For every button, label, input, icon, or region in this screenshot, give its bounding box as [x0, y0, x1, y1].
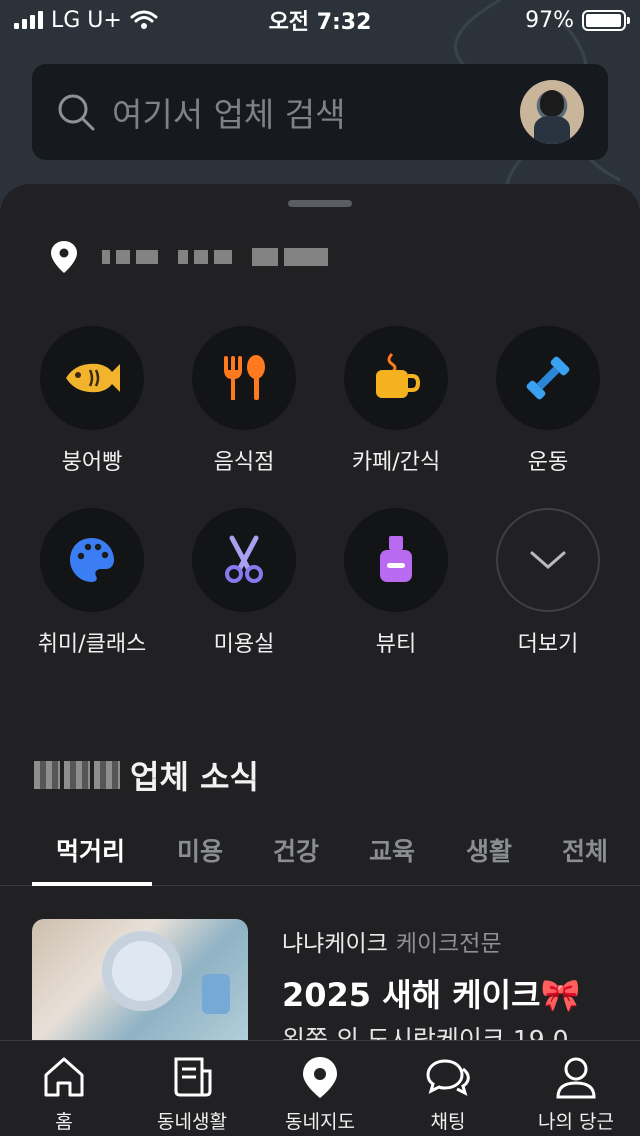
newspaper-icon	[174, 1057, 212, 1097]
store-name: 냐냐케이크	[282, 931, 388, 957]
nail-polish-icon	[380, 536, 412, 582]
battery-icon	[582, 9, 630, 31]
tab-living[interactable]: 생활	[466, 832, 512, 868]
nav-label: 채팅	[430, 1111, 466, 1133]
category-label: 음식점	[213, 450, 275, 475]
category-label: 뷰티	[375, 632, 417, 657]
search-bar[interactable]: 여기서 업체 검색	[32, 64, 608, 160]
bottom-sheet: 붕어빵 음식점 카페/간식 운동 취미/클래스 미용실 뷰티 더보기 업체 소식…	[0, 184, 640, 1040]
chevron-down-icon	[530, 551, 566, 569]
active-tab-indicator	[32, 882, 152, 886]
news-title-text: 업체 소식	[130, 758, 259, 796]
category-label: 취미/클래스	[37, 632, 147, 657]
map-pin-icon	[303, 1057, 337, 1098]
current-location[interactable]	[50, 240, 328, 274]
news-item-store[interactable]: 냐냐케이크 케이크전문	[282, 924, 502, 958]
nav-my-carrot[interactable]: 나의 당근	[512, 1055, 640, 1134]
location-address-blurred	[102, 248, 328, 266]
nav-map[interactable]: 동네지도	[256, 1055, 384, 1134]
tab-education[interactable]: 교육	[369, 832, 415, 868]
neighborhood-name-blurred	[34, 761, 120, 789]
palette-icon	[70, 538, 114, 582]
avatar[interactable]	[520, 80, 584, 144]
coffee-cup-icon	[376, 352, 421, 398]
battery-percent: 97%	[525, 7, 574, 33]
tab-all[interactable]: 전체	[562, 832, 608, 868]
category-beauty[interactable]: 뷰티	[320, 508, 472, 658]
scissors-icon	[225, 535, 263, 583]
wifi-icon	[130, 10, 158, 29]
store-category: 케이크전문	[395, 931, 502, 957]
sheet-drag-handle[interactable]	[288, 200, 352, 207]
search-icon	[58, 94, 95, 131]
category-fish-bread[interactable]: 붕어빵	[16, 326, 168, 476]
nav-community[interactable]: 동네생활	[128, 1055, 256, 1134]
home-icon	[44, 1057, 84, 1097]
fish-bread-icon	[66, 363, 120, 393]
news-tabs: 먹거리 미용 건강 교육 생활 전체	[0, 824, 640, 886]
nav-home[interactable]: 홈	[0, 1055, 128, 1134]
tab-beauty[interactable]: 미용	[177, 832, 223, 868]
location-pin-icon	[51, 241, 77, 273]
category-exercise[interactable]: 운동	[472, 326, 624, 476]
category-restaurant[interactable]: 음식점	[168, 326, 320, 476]
category-cafe[interactable]: 카페/간식	[320, 326, 472, 476]
category-label: 붕어빵	[61, 450, 123, 475]
nav-label: 동네생활	[157, 1111, 227, 1133]
chat-bubbles-icon	[426, 1059, 470, 1096]
search-input[interactable]: 여기서 업체 검색	[112, 88, 520, 136]
category-hair-salon[interactable]: 미용실	[168, 508, 320, 658]
nav-chat[interactable]: 채팅	[384, 1055, 512, 1134]
dumbbell-icon	[526, 356, 570, 400]
nav-label: 나의 당근	[538, 1111, 614, 1133]
news-item-title[interactable]: 2025 새해 케이크🎀	[282, 970, 580, 1016]
tab-health[interactable]: 건강	[273, 832, 319, 868]
category-hobby-class[interactable]: 취미/클래스	[16, 508, 168, 658]
news-section-title: 업체 소식	[34, 752, 259, 798]
signal-icon	[14, 11, 43, 29]
carrier-label: LG U+	[51, 7, 122, 33]
person-icon	[556, 1057, 596, 1099]
category-label: 운동	[527, 450, 569, 475]
bottom-navigation: 홈 동네생활 동네지도 채팅 나의 당근	[0, 1040, 640, 1136]
category-label: 카페/간식	[351, 450, 441, 475]
status-bar: LG U+ 오전 7:32 97%	[0, 0, 640, 40]
category-more[interactable]: 더보기	[472, 508, 624, 658]
category-label: 더보기	[517, 632, 579, 657]
nav-label: 홈	[55, 1111, 73, 1133]
tab-food[interactable]: 먹거리	[56, 832, 125, 868]
news-item-thumbnail[interactable]	[32, 919, 248, 1040]
news-item-description: 왼쪽 의 도시락케이크 19,0	[282, 1025, 569, 1040]
nav-label: 동네지도	[285, 1111, 355, 1133]
fork-spoon-icon	[224, 355, 265, 400]
category-label: 미용실	[213, 632, 275, 657]
